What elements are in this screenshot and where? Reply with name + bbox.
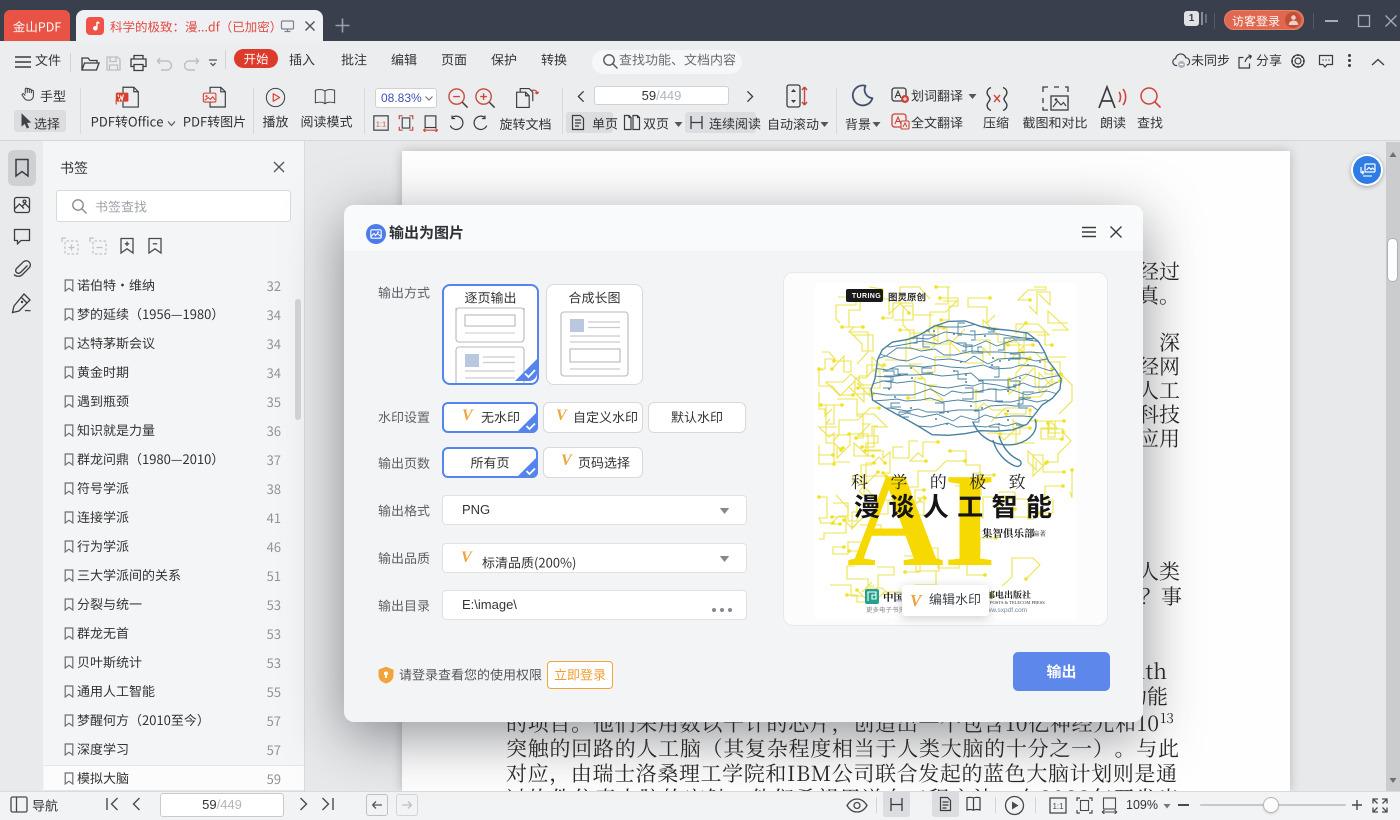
svg-text:1:1: 1:1 [1052,802,1064,811]
svg-text:1:1: 1:1 [376,119,387,128]
